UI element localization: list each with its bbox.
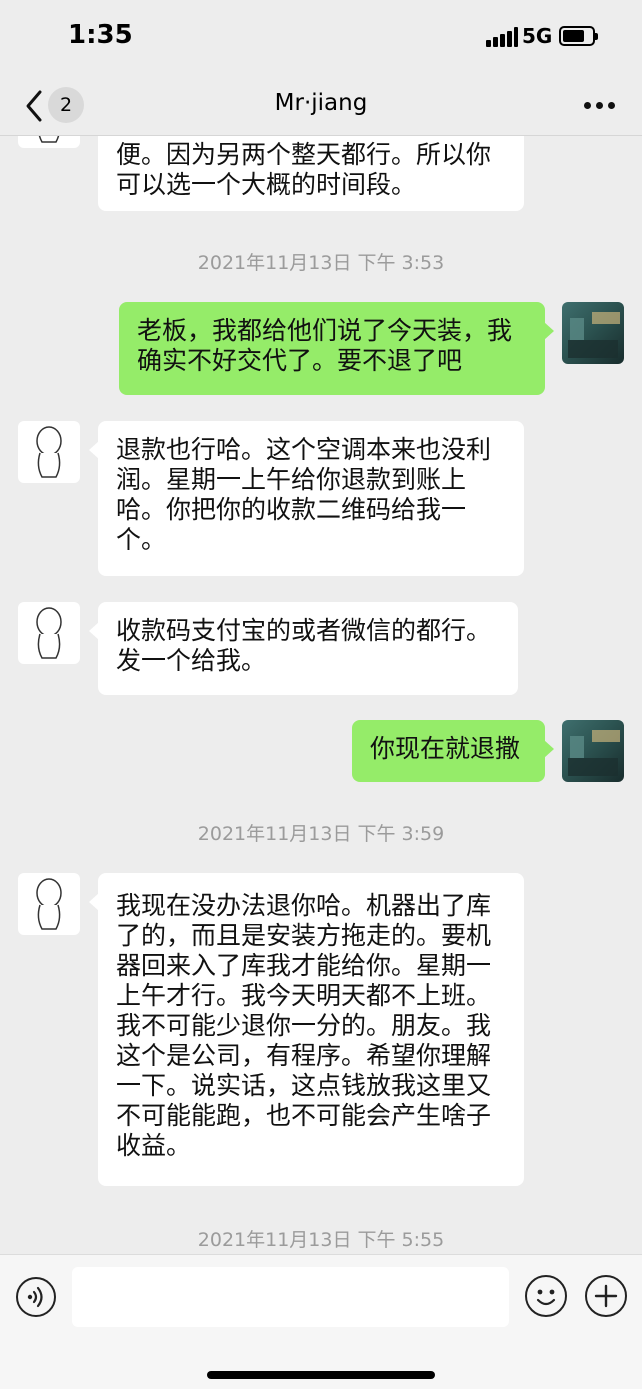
battery-level <box>563 30 584 42</box>
battery-icon <box>559 26 598 46</box>
contact-avatar[interactable] <box>18 421 80 483</box>
doodle-avatar-icon <box>36 878 62 930</box>
chat-messages[interactable]: 便。因为另两个整天都行。所以你 可以选一个大概的时间段。 2021年11月13日… <box>0 136 642 1254</box>
message-bubble[interactable]: 老板，我都给他们说了今天装，我 确实不好交代了。要不退了吧 <box>119 302 554 395</box>
doodle-avatar-icon <box>36 426 62 478</box>
signal-bars-icon <box>486 27 518 47</box>
chat-title: Mr·jiang <box>274 90 368 116</box>
message-bubble[interactable]: 我现在没办法退你哈。机器出了库 了的，而且是安装方拖走的。要机 器回来入了库我才… <box>89 873 524 1186</box>
photo-avatar-icon <box>568 730 620 776</box>
emoji-icon[interactable] <box>525 1275 567 1317</box>
message-outgoing: 老板，我都给他们说了今天装，我 确实不好交代了。要不退了吧 <box>0 302 642 396</box>
user-avatar[interactable] <box>562 302 624 364</box>
user-avatar[interactable] <box>562 720 624 782</box>
message-incoming: 收款码支付宝的或者微信的都行。 发一个给我。 <box>0 602 642 695</box>
home-indicator <box>207 1371 435 1379</box>
status-bar: 1:35 5G <box>0 0 642 80</box>
message-incoming: 我现在没办法退你哈。机器出了库 了的，而且是安装方拖走的。要机 器回来入了库我才… <box>0 873 642 1187</box>
message-incoming: 便。因为另两个整天都行。所以你 可以选一个大概的时间段。 <box>0 136 642 211</box>
timestamp: 2021年11月13日 下午 3:59 <box>197 823 445 845</box>
message-bubble[interactable]: 便。因为另两个整天都行。所以你 可以选一个大概的时间段。 <box>98 136 524 211</box>
message-bubble[interactable]: 收款码支付宝的或者微信的都行。 发一个给我。 <box>89 602 518 695</box>
plus-icon[interactable] <box>585 1275 627 1317</box>
photo-avatar-icon <box>568 312 620 358</box>
message-outgoing: 你现在就退撒 <box>0 720 642 782</box>
message-input[interactable] <box>72 1267 509 1327</box>
contact-avatar[interactable] <box>18 873 80 935</box>
chat-header: 2 Mr·jiang <box>0 80 642 136</box>
timestamp: 2021年11月13日 下午 3:53 <box>197 252 445 274</box>
more-dots-icon[interactable] <box>584 102 616 110</box>
status-time: 1:35 <box>68 20 133 50</box>
message-incoming: 退款也行哈。这个空调本来也没利 润。星期一上午给你退款到账上 哈。你把你的收款二… <box>0 421 642 577</box>
contact-avatar[interactable] <box>18 136 80 148</box>
voice-icon[interactable] <box>16 1277 56 1317</box>
message-bubble[interactable]: 退款也行哈。这个空调本来也没利 润。星期一上午给你退款到账上 哈。你把你的收款二… <box>89 421 524 576</box>
input-bar <box>0 1254 642 1389</box>
doodle-avatar-icon <box>38 136 60 143</box>
network-type: 5G <box>522 24 553 48</box>
doodle-avatar-icon <box>36 607 62 659</box>
message-bubble[interactable]: 你现在就退撒 <box>352 720 554 782</box>
timestamp: 2021年11月13日 下午 5:55 <box>197 1229 445 1251</box>
contact-avatar[interactable] <box>18 602 80 664</box>
